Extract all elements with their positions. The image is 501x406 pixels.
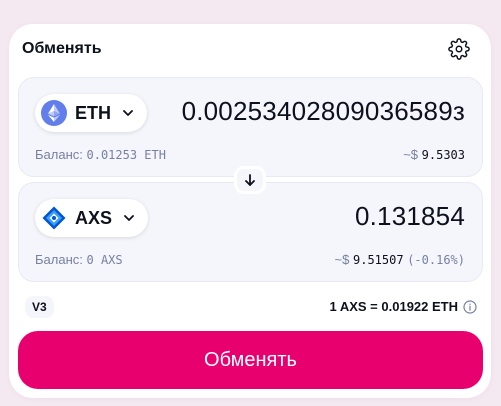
price-impact: (-0.16%) [407,253,465,267]
eth-icon [41,100,67,126]
exchange-rate-text: 1 AXS = 0.01922 ETH [329,299,458,314]
input-usd-prefix: ~$ [403,147,419,162]
input-balance-value: 0.01253 ETH [86,148,166,162]
output-balance-label: Баланс: [35,252,83,267]
chevron-down-icon [123,110,133,116]
input-token-selector[interactable]: ETH [35,94,147,132]
exchange-rate[interactable]: 1 AXS = 0.01922 ETH [329,299,477,314]
swap-button[interactable]: Обменять [18,331,483,389]
input-amount-field[interactable]: 0.00253402809036589з [182,96,465,127]
swap-title: Обменять [22,40,102,57]
gear-icon[interactable] [448,38,470,60]
switch-tokens-button[interactable] [234,166,266,194]
chevron-down-icon [124,215,134,221]
output-usd-value: ~$ 9.51507 (-0.16%) [335,252,465,267]
input-balance: Баланс: 0.01253 ETH [35,147,166,162]
output-panel: AXS 0.131854 Баланс: 0 AXS ~$ 9.51507 (-… [18,182,483,282]
input-balance-label: Баланс: [35,147,83,162]
output-usd-prefix: ~$ [334,252,350,267]
output-balance-value: 0 AXS [86,253,123,267]
output-amount-field[interactable]: 0.131854 [355,201,465,232]
input-usd-value: ~$ 9.5303 [403,147,465,162]
input-usd-number: 9.5303 [421,148,465,162]
axs-icon [41,205,67,231]
input-token-symbol: ETH [75,102,111,123]
output-usd-number: 9.51507 [353,253,404,267]
info-icon[interactable] [463,299,477,314]
version-badge: V3 [25,296,54,318]
input-panel: ETH 0.00253402809036589з Баланс: 0.01253… [18,77,483,177]
arrow-down-icon [245,174,255,186]
output-token-symbol: AXS [75,207,113,228]
output-token-selector[interactable]: AXS [35,199,149,237]
output-balance: Баланс: 0 AXS [35,252,123,267]
